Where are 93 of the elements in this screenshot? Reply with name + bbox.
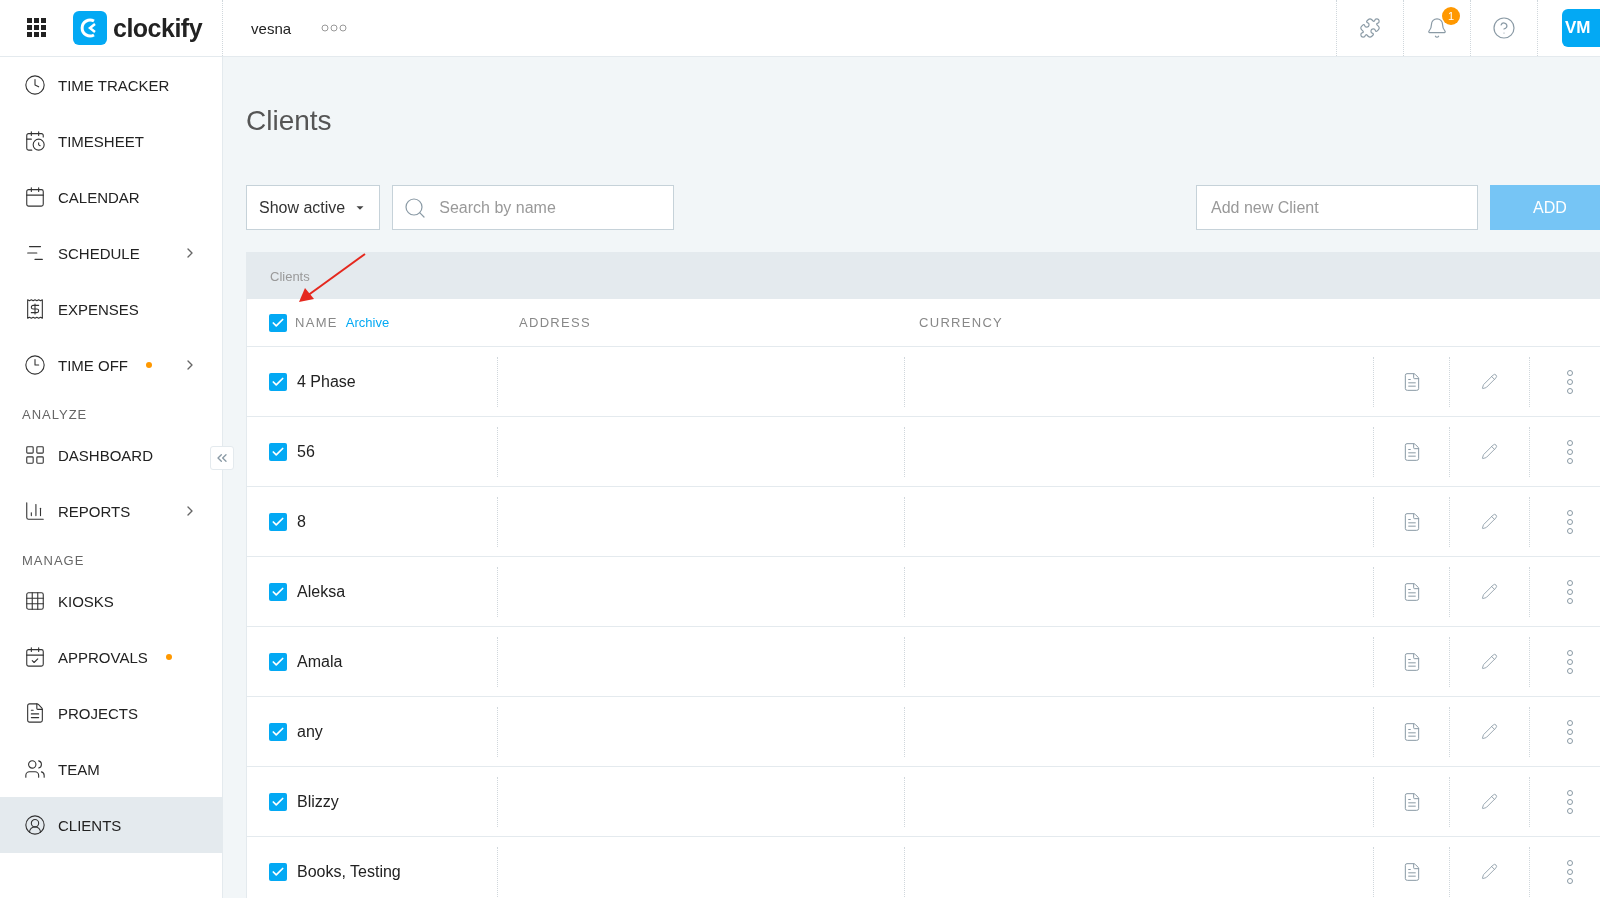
logo-text: clockify — [113, 13, 203, 43]
client-name: 56 — [297, 442, 315, 461]
search-field[interactable]: Search by name — [437, 197, 674, 218]
calendar-clock-icon — [24, 130, 46, 152]
more-icon[interactable] — [321, 24, 348, 32]
calendar-icon — [24, 186, 46, 208]
client-name: Books, Testing — [297, 862, 401, 881]
nav-item[interactable]: EXPENSES — [0, 281, 222, 337]
nav-item[interactable]: KIOSKS — [0, 573, 222, 629]
workspace-name[interactable]: vesna — [251, 19, 292, 37]
logo-icon — [73, 11, 107, 45]
nav-item[interactable]: TIME TRACKER — [0, 57, 222, 113]
row-checkbox[interactable] — [269, 372, 287, 391]
more-icon — [1565, 579, 1574, 604]
more-icon — [1565, 789, 1574, 814]
row-checkbox[interactable] — [269, 652, 287, 671]
pencil-icon — [1481, 653, 1498, 670]
grid-icon — [24, 590, 46, 612]
row-checkbox[interactable] — [269, 792, 287, 811]
client-name: any — [297, 722, 323, 741]
column-header: NAME — [295, 315, 338, 330]
nav-label: EXPENSES — [58, 300, 139, 318]
nav-item[interactable]: TEAM — [0, 741, 222, 797]
new-client-box[interactable]: Add new Client — [1196, 185, 1478, 230]
collapse-sidebar-button[interactable] — [210, 446, 234, 470]
nav-label: KIOSKS — [58, 592, 114, 610]
column-header: CURRENCY — [919, 315, 1004, 330]
pencil-icon — [1481, 443, 1498, 460]
row-checkbox[interactable] — [269, 582, 287, 601]
pencil-icon — [1481, 373, 1498, 390]
client-name: Amala — [297, 652, 343, 671]
table-caption: Clients — [270, 268, 310, 284]
pencil-icon — [1481, 723, 1498, 740]
puzzle-icon[interactable] — [1359, 17, 1381, 39]
nav-item[interactable]: CALENDAR — [0, 169, 222, 225]
people-icon — [24, 758, 46, 780]
page-title: Clients — [246, 105, 333, 137]
row-checkbox[interactable] — [269, 512, 287, 531]
nav-label: REPORTS — [58, 502, 131, 520]
nav-item[interactable]: PROJECTS — [0, 685, 222, 741]
more-icon — [1565, 719, 1574, 744]
nav-item[interactable]: TIMESHEET — [0, 113, 222, 169]
nav-label: TEAM — [58, 760, 100, 778]
client-name: Blizzy — [297, 792, 339, 811]
more-icon — [1565, 859, 1574, 884]
row-checkbox[interactable] — [269, 722, 287, 741]
row-checkbox[interactable] — [269, 862, 287, 881]
grid-icon — [24, 444, 46, 466]
nav-label: SCHEDULE — [58, 244, 140, 262]
row-checkbox[interactable] — [269, 442, 287, 461]
nav-item[interactable]: APPROVALS — [0, 629, 222, 685]
new-client-field[interactable]: Add new Client — [1209, 197, 1477, 218]
column-header: ADDRESS — [519, 315, 591, 330]
nav-item[interactable]: REPORTS — [0, 483, 222, 539]
nav-label: TIMESHEET — [58, 132, 144, 150]
nav-label: PROJECTS — [58, 704, 138, 722]
document-icon — [24, 702, 46, 724]
nav-item[interactable]: CLIENTS — [0, 797, 222, 853]
client-name: 8 — [297, 512, 306, 531]
more-icon — [1565, 649, 1574, 674]
nav-label: TIME OFF — [58, 356, 128, 374]
bell-icon[interactable] — [1426, 17, 1448, 39]
clock-icon — [24, 354, 46, 376]
pencil-icon — [1481, 863, 1498, 880]
nav-section-label: ANALYZE — [21, 406, 89, 424]
nav-label: TIME TRACKER — [58, 76, 170, 94]
more-icon — [1565, 369, 1574, 394]
select-all-checkbox[interactable] — [269, 313, 287, 332]
client-name: 4 Phase — [297, 372, 356, 391]
nav-label: CALENDAR — [58, 188, 140, 206]
calendar-check-icon — [24, 646, 46, 668]
help-icon[interactable] — [1492, 16, 1516, 40]
pencil-icon — [1481, 513, 1498, 530]
nav-item[interactable]: TIME OFF — [0, 337, 222, 393]
nav-label: CLIENTS — [58, 816, 122, 834]
clock-icon — [24, 74, 46, 96]
nav-label: DASHBOARD — [58, 446, 154, 464]
more-icon — [1565, 439, 1574, 464]
search-box[interactable]: Search by name — [392, 185, 675, 230]
bar-chart-icon — [24, 500, 46, 522]
receipt-icon — [24, 298, 46, 320]
nav-item[interactable]: DASHBOARD — [0, 427, 222, 483]
nav-item[interactable]: SCHEDULE — [0, 225, 222, 281]
notification-badge: 1 — [1442, 7, 1460, 25]
apps-grid-icon[interactable] — [27, 18, 47, 38]
pencil-icon — [1481, 793, 1498, 810]
status-filter-dropdown[interactable]: Show active — [246, 185, 381, 230]
pencil-icon — [1481, 583, 1498, 600]
nav-section-label: MANAGE — [21, 552, 86, 570]
client-name: Aleksa — [297, 582, 346, 601]
more-icon — [1565, 509, 1574, 534]
nav-label: APPROVALS — [58, 648, 148, 666]
user-circle-icon — [24, 814, 46, 836]
